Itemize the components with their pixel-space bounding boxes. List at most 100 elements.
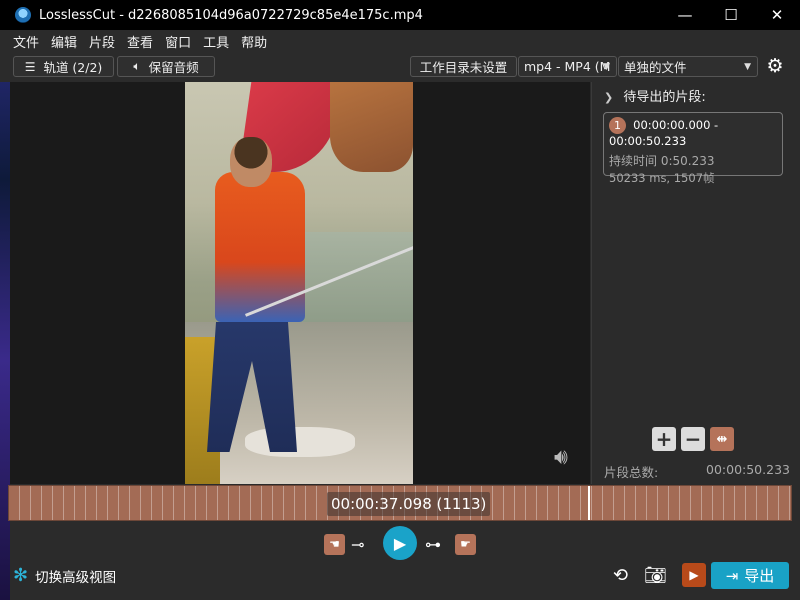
timeline-tick — [151, 486, 152, 520]
timeline-tick — [767, 486, 768, 520]
app-logo-icon — [15, 7, 31, 23]
timeline-tick — [261, 486, 262, 520]
timeline-tick — [712, 486, 713, 520]
timeline-tick — [778, 486, 779, 520]
timeline-tick — [690, 486, 691, 520]
maximize-button[interactable]: ☐ — [708, 0, 754, 30]
export-preview-button[interactable]: ▶ — [682, 563, 706, 587]
format-select[interactable]: mp4 - MP4 (M ▼ — [518, 56, 617, 77]
menu-file[interactable]: 文件 — [13, 32, 39, 51]
rotate-icon[interactable]: ⟲ — [613, 565, 628, 586]
menu-window[interactable]: 窗口 — [165, 32, 191, 51]
segments-header-label: 待导出的片段: — [623, 90, 706, 105]
timeline-tick — [195, 486, 196, 520]
export-icon: ⇥ — [725, 566, 739, 585]
timeline-tick — [173, 486, 174, 520]
timeline-tick — [558, 486, 559, 520]
timeline-tick — [107, 486, 108, 520]
export-button[interactable]: ⇥ 导出 — [711, 562, 789, 589]
window-controls: — ☐ ✕ — [662, 0, 800, 30]
toolbar: ☰ 轨道 (2/2) 🔈︎ 保留音频 工作目录未设置 mp4 - MP4 (M … — [0, 52, 800, 82]
timeline[interactable]: 00:00:37.098 (1113) — [8, 485, 792, 521]
tracks-label: 轨道 (2/2) — [43, 60, 103, 75]
segment-card[interactable]: 1 00:00:00.000 - 00:00:50.233 持续时间 0:50.… — [603, 112, 783, 185]
timeline-tick — [206, 486, 207, 520]
export-label: 导出 — [744, 567, 775, 585]
timeline-tick — [96, 486, 97, 520]
timeline-tick — [217, 486, 218, 520]
person-icon: ✻ — [13, 565, 29, 586]
timeline-tick — [536, 486, 537, 520]
close-button[interactable]: ✕ — [754, 0, 800, 30]
video-player[interactable]: 🔊︎ — [10, 82, 590, 484]
chevron-down-icon: ▼ — [603, 61, 610, 72]
play-button[interactable]: ▶ — [383, 526, 417, 560]
working-directory-label: 工作目录未设置 — [419, 60, 508, 75]
format-select-value: mp4 - MP4 (M — [524, 59, 611, 74]
video-frame — [185, 82, 413, 484]
keep-audio-button[interactable]: 🔈︎ 保留音频 — [117, 56, 215, 77]
timeline-tick — [613, 486, 614, 520]
output-mode-select[interactable]: 单独的文件 ▼ — [618, 56, 758, 77]
segments-header[interactable]: ❯ 待导出的片段: — [604, 86, 706, 105]
timeline-tick — [580, 486, 581, 520]
settings-gear-icon[interactable]: ⚙ — [764, 55, 786, 77]
key-icon: ⊸ — [351, 534, 365, 554]
hand-pointer-icon: ☚ — [324, 533, 345, 555]
timeline-tick — [701, 486, 702, 520]
timeline-tick — [294, 486, 295, 520]
playhead[interactable] — [588, 486, 590, 520]
set-cut-start-button[interactable]: ☚ — [324, 527, 345, 561]
segments-total-value: 00:00:50.233 — [706, 462, 790, 477]
menu-segments[interactable]: 片段 — [89, 32, 115, 51]
window-title: LosslessCut - d2268085104d96a0722729c85e… — [39, 7, 423, 23]
toggle-advanced-view[interactable]: ✻ 切换高级视图 — [13, 565, 116, 586]
timeline-tick — [19, 486, 20, 520]
video-white-object — [245, 427, 355, 457]
timeline-tick — [514, 486, 515, 520]
working-directory-button[interactable]: 工作目录未设置 — [410, 56, 517, 77]
timeline-tick — [547, 486, 548, 520]
timeline-tick — [745, 486, 746, 520]
timeline-tick — [250, 486, 251, 520]
list-icon: ☰ — [24, 59, 36, 74]
video-person-head — [230, 137, 272, 187]
video-foreground-object — [330, 82, 413, 172]
menu-tools[interactable]: 工具 — [203, 32, 229, 51]
set-cut-end-button[interactable]: ☛ — [455, 527, 476, 561]
play-icon: ▶ — [689, 568, 699, 582]
keep-audio-label: 保留音频 — [148, 60, 199, 75]
timeline-tick — [723, 486, 724, 520]
timeline-tick — [52, 486, 53, 520]
timeline-tick — [503, 486, 504, 520]
timeline-tick — [657, 486, 658, 520]
volume-icon[interactable]: 🔊︎ — [554, 445, 568, 470]
timeline-tick — [74, 486, 75, 520]
segment-frames: 50233 ms, 1507帧 — [609, 171, 715, 185]
camera-icon[interactable]: 📷︎ — [644, 565, 667, 586]
jump-end-keyframe-button[interactable]: ⊶ — [425, 527, 441, 561]
toggle-advanced-view-label: 切换高级视图 — [35, 569, 117, 586]
jump-start-keyframe-button[interactable]: ⊸ — [351, 527, 364, 561]
menu-help[interactable]: 帮助 — [241, 32, 267, 51]
minimize-button[interactable]: — — [662, 0, 708, 30]
split-segment-icon[interactable]: ⇹ — [710, 427, 734, 451]
menu-edit[interactable]: 编辑 — [51, 32, 77, 51]
chevron-down-icon: ▼ — [744, 61, 751, 72]
timeline-tick — [30, 486, 31, 520]
tracks-button[interactable]: ☰ 轨道 (2/2) — [13, 56, 114, 77]
timeline-tick — [140, 486, 141, 520]
menu-view[interactable]: 查看 — [127, 32, 153, 51]
speaker-icon: 🔈︎ — [133, 59, 141, 73]
segments-panel: ❯ 待导出的片段: 1 00:00:00.000 - 00:00:50.233 … — [591, 82, 800, 484]
timeline-tick — [591, 486, 592, 520]
current-time-display: 00:00:37.098 (1113) — [327, 492, 491, 516]
hand-pointer-icon: ☛ — [455, 533, 476, 555]
segment-controls: + − ⇹ — [652, 427, 734, 451]
timeline-tick — [668, 486, 669, 520]
remove-segment-button[interactable]: − — [681, 427, 705, 451]
add-segment-button[interactable]: + — [652, 427, 676, 451]
timeline-tick — [63, 486, 64, 520]
chevron-right-icon: ❯ — [604, 91, 614, 104]
timeline-tick — [492, 486, 493, 520]
